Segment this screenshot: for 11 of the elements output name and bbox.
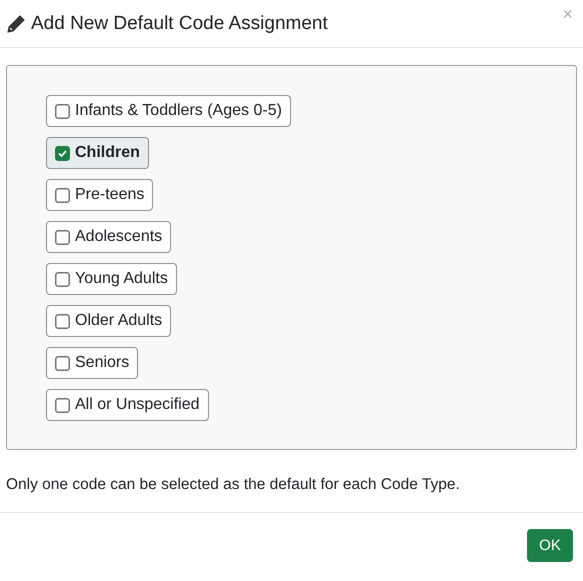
option-checkbox[interactable]: Infants & Toddlers (Ages 0-5) (46, 95, 291, 127)
ok-button[interactable]: OK (527, 529, 573, 562)
option-checkbox[interactable]: Adolescents (46, 221, 172, 253)
option-checkbox[interactable]: Older Adults (46, 305, 172, 337)
help-text: Only one code can be selected as the default for each Code Type. (6, 476, 461, 495)
option-checkbox[interactable]: Children (46, 137, 149, 169)
option-checkbox[interactable]: Pre-teens (46, 179, 154, 211)
option-checkbox[interactable]: Seniors (46, 347, 138, 379)
option-checkbox[interactable]: All or Unspecified (46, 389, 208, 421)
option-checkbox[interactable]: Young Adults (46, 263, 177, 295)
dialog-title: Add New Default Code Assignment (31, 12, 329, 34)
